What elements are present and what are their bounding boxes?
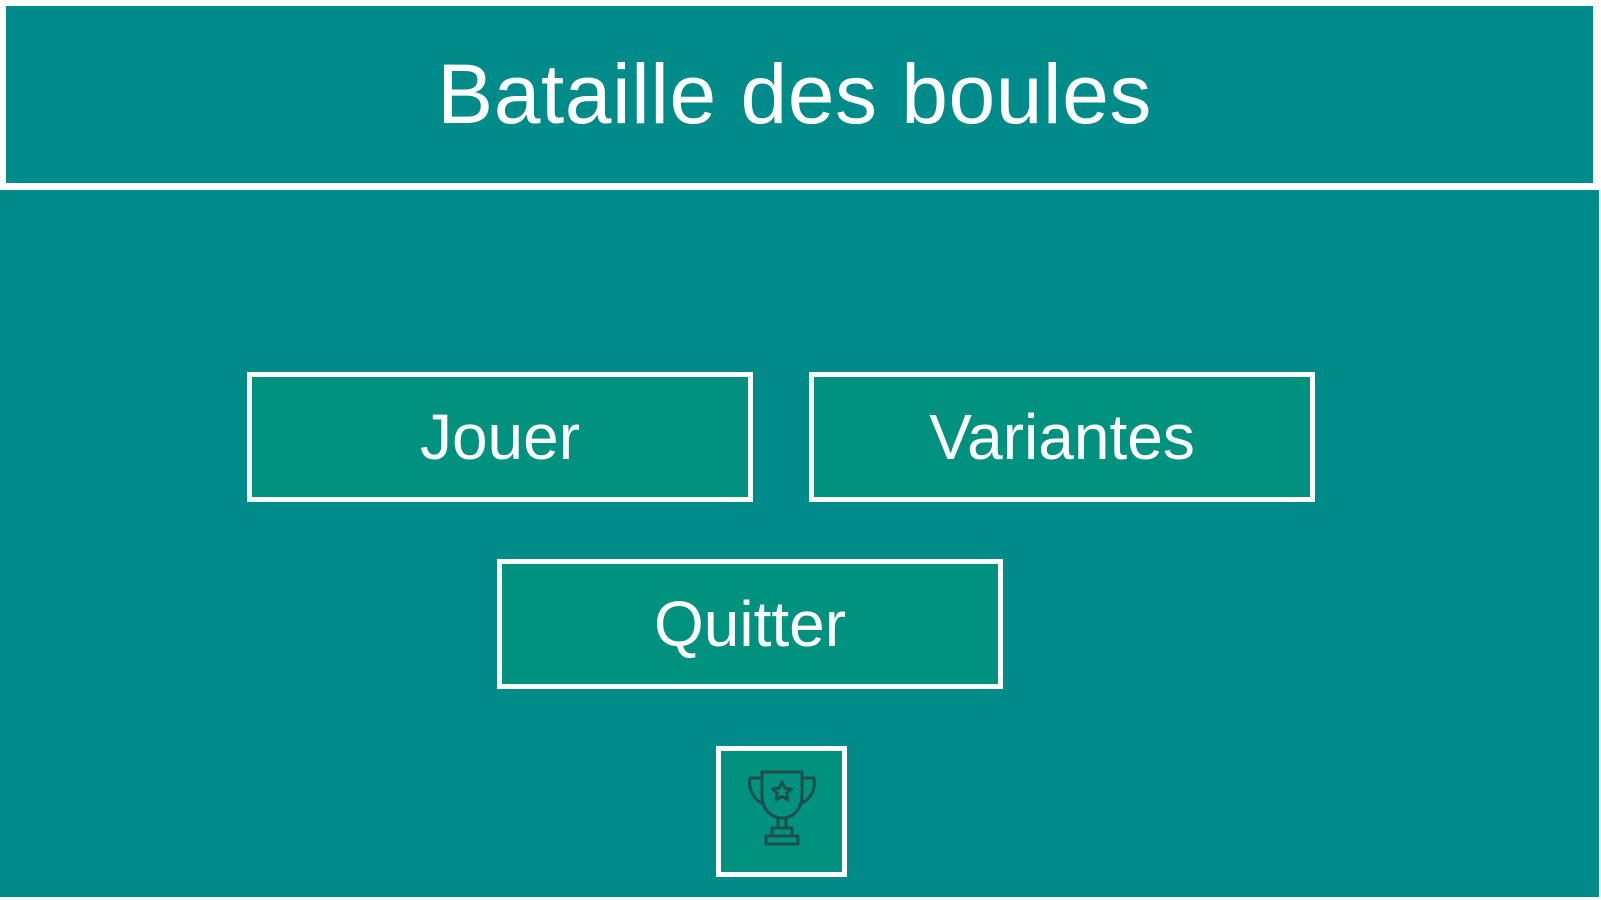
game-screen: Bataille des boules Jouer Variantes Quit… bbox=[0, 0, 1601, 900]
play-button[interactable]: Jouer bbox=[247, 372, 753, 502]
variants-button[interactable]: Variantes bbox=[809, 372, 1315, 502]
leaderboard-button[interactable] bbox=[716, 746, 847, 877]
trophy-icon bbox=[744, 766, 820, 857]
title-banner: Bataille des boules bbox=[6, 6, 1593, 183]
game-title: Bataille des boules bbox=[437, 47, 1152, 141]
quit-button[interactable]: Quitter bbox=[497, 559, 1003, 689]
